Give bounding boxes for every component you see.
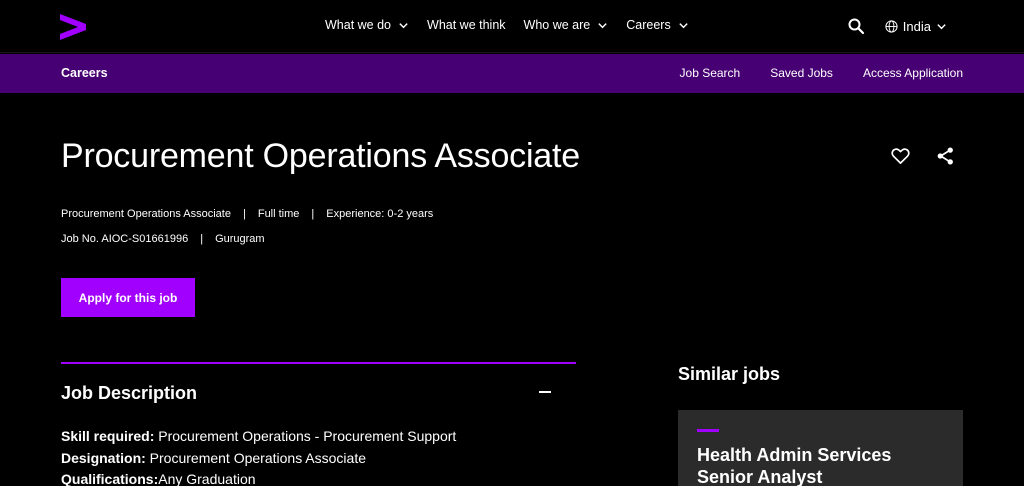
- description-line: Qualifications:Any Graduation: [61, 469, 456, 486]
- card-accent-bar: [697, 429, 719, 432]
- description-label: Designation:: [61, 449, 146, 466]
- nav-item-what-we-do[interactable]: What we do: [325, 18, 409, 32]
- job-description-heading[interactable]: Job Description: [61, 383, 197, 404]
- description-label: Qualifications:: [61, 471, 159, 486]
- chevron-down-icon: [598, 22, 607, 28]
- job-type: Full time: [257, 208, 300, 220]
- job-role: Procurement Operations Associate: [61, 208, 231, 220]
- careers-home-link[interactable]: Careers: [61, 66, 108, 80]
- nav-label: What we do: [325, 18, 392, 32]
- nav-item-careers[interactable]: Careers: [626, 18, 688, 32]
- separator: |: [242, 208, 246, 220]
- description-line: Skill required: Procurement Operations -…: [61, 426, 456, 448]
- search-icon[interactable]: [847, 17, 865, 35]
- share-icon[interactable]: [936, 146, 955, 166]
- description-value: Any Graduation: [158, 471, 256, 486]
- nav-item-what-we-think[interactable]: What we think: [427, 18, 506, 32]
- saved-jobs-link[interactable]: Saved Jobs: [770, 66, 833, 80]
- apply-button[interactable]: Apply for this job: [61, 278, 195, 317]
- separator: |: [200, 233, 204, 245]
- separator: |: [311, 208, 315, 220]
- section-divider: [61, 362, 576, 364]
- collapse-icon[interactable]: [539, 391, 551, 393]
- region-label: India: [902, 18, 931, 34]
- job-location: Gurugram: [215, 233, 265, 245]
- accenture-logo[interactable]: [60, 14, 86, 40]
- main-nav: What we do What we think Who we are Care…: [325, 18, 707, 32]
- access-application-link[interactable]: Access Application: [863, 66, 963, 80]
- careers-subnav: Careers Job Search Saved Jobs Access App…: [0, 54, 1024, 93]
- description-label: Skill required:: [61, 428, 155, 444]
- nav-item-who-we-are[interactable]: Who we are: [524, 18, 609, 32]
- job-description-body: Skill required: Procurement Operations -…: [61, 426, 456, 486]
- job-search-link[interactable]: Job Search: [680, 66, 741, 80]
- top-navigation: What we do What we think Who we are Care…: [0, 0, 1024, 53]
- job-experience: Experience: 0-2 years: [326, 208, 434, 220]
- job-meta-line-1: Procurement Operations Associate | Full …: [61, 208, 433, 220]
- region-selector[interactable]: India: [885, 19, 947, 34]
- job-meta-line-2: Job No. AIOC-S01661996 | Gurugram: [61, 233, 265, 245]
- description-value: Procurement Operations - Procurement Sup…: [154, 428, 457, 444]
- chevron-down-icon: [679, 22, 688, 28]
- similar-job-card[interactable]: Health Admin Services Senior Analyst: [678, 410, 963, 486]
- heart-icon[interactable]: [891, 147, 910, 165]
- globe-icon: [885, 19, 898, 33]
- job-title: Procurement Operations Associate: [61, 137, 580, 175]
- nav-label: Careers: [626, 18, 671, 32]
- nav-right: India: [847, 17, 947, 35]
- chevron-down-icon: [399, 22, 408, 28]
- chevron-down-icon: [937, 23, 946, 29]
- job-number: Job No. AIOC-S01661996: [61, 233, 189, 245]
- nav-label: Who we are: [523, 18, 591, 32]
- description-line: Designation: Procurement Operations Asso…: [61, 448, 456, 470]
- similar-jobs-heading: Similar jobs: [678, 364, 781, 384]
- subnav-links: Job Search Saved Jobs Access Application: [650, 66, 963, 80]
- description-value: Procurement Operations Associate: [145, 449, 367, 466]
- nav-label: What we think: [427, 18, 506, 32]
- similar-job-title[interactable]: Health Admin Services Senior Analyst: [697, 444, 937, 486]
